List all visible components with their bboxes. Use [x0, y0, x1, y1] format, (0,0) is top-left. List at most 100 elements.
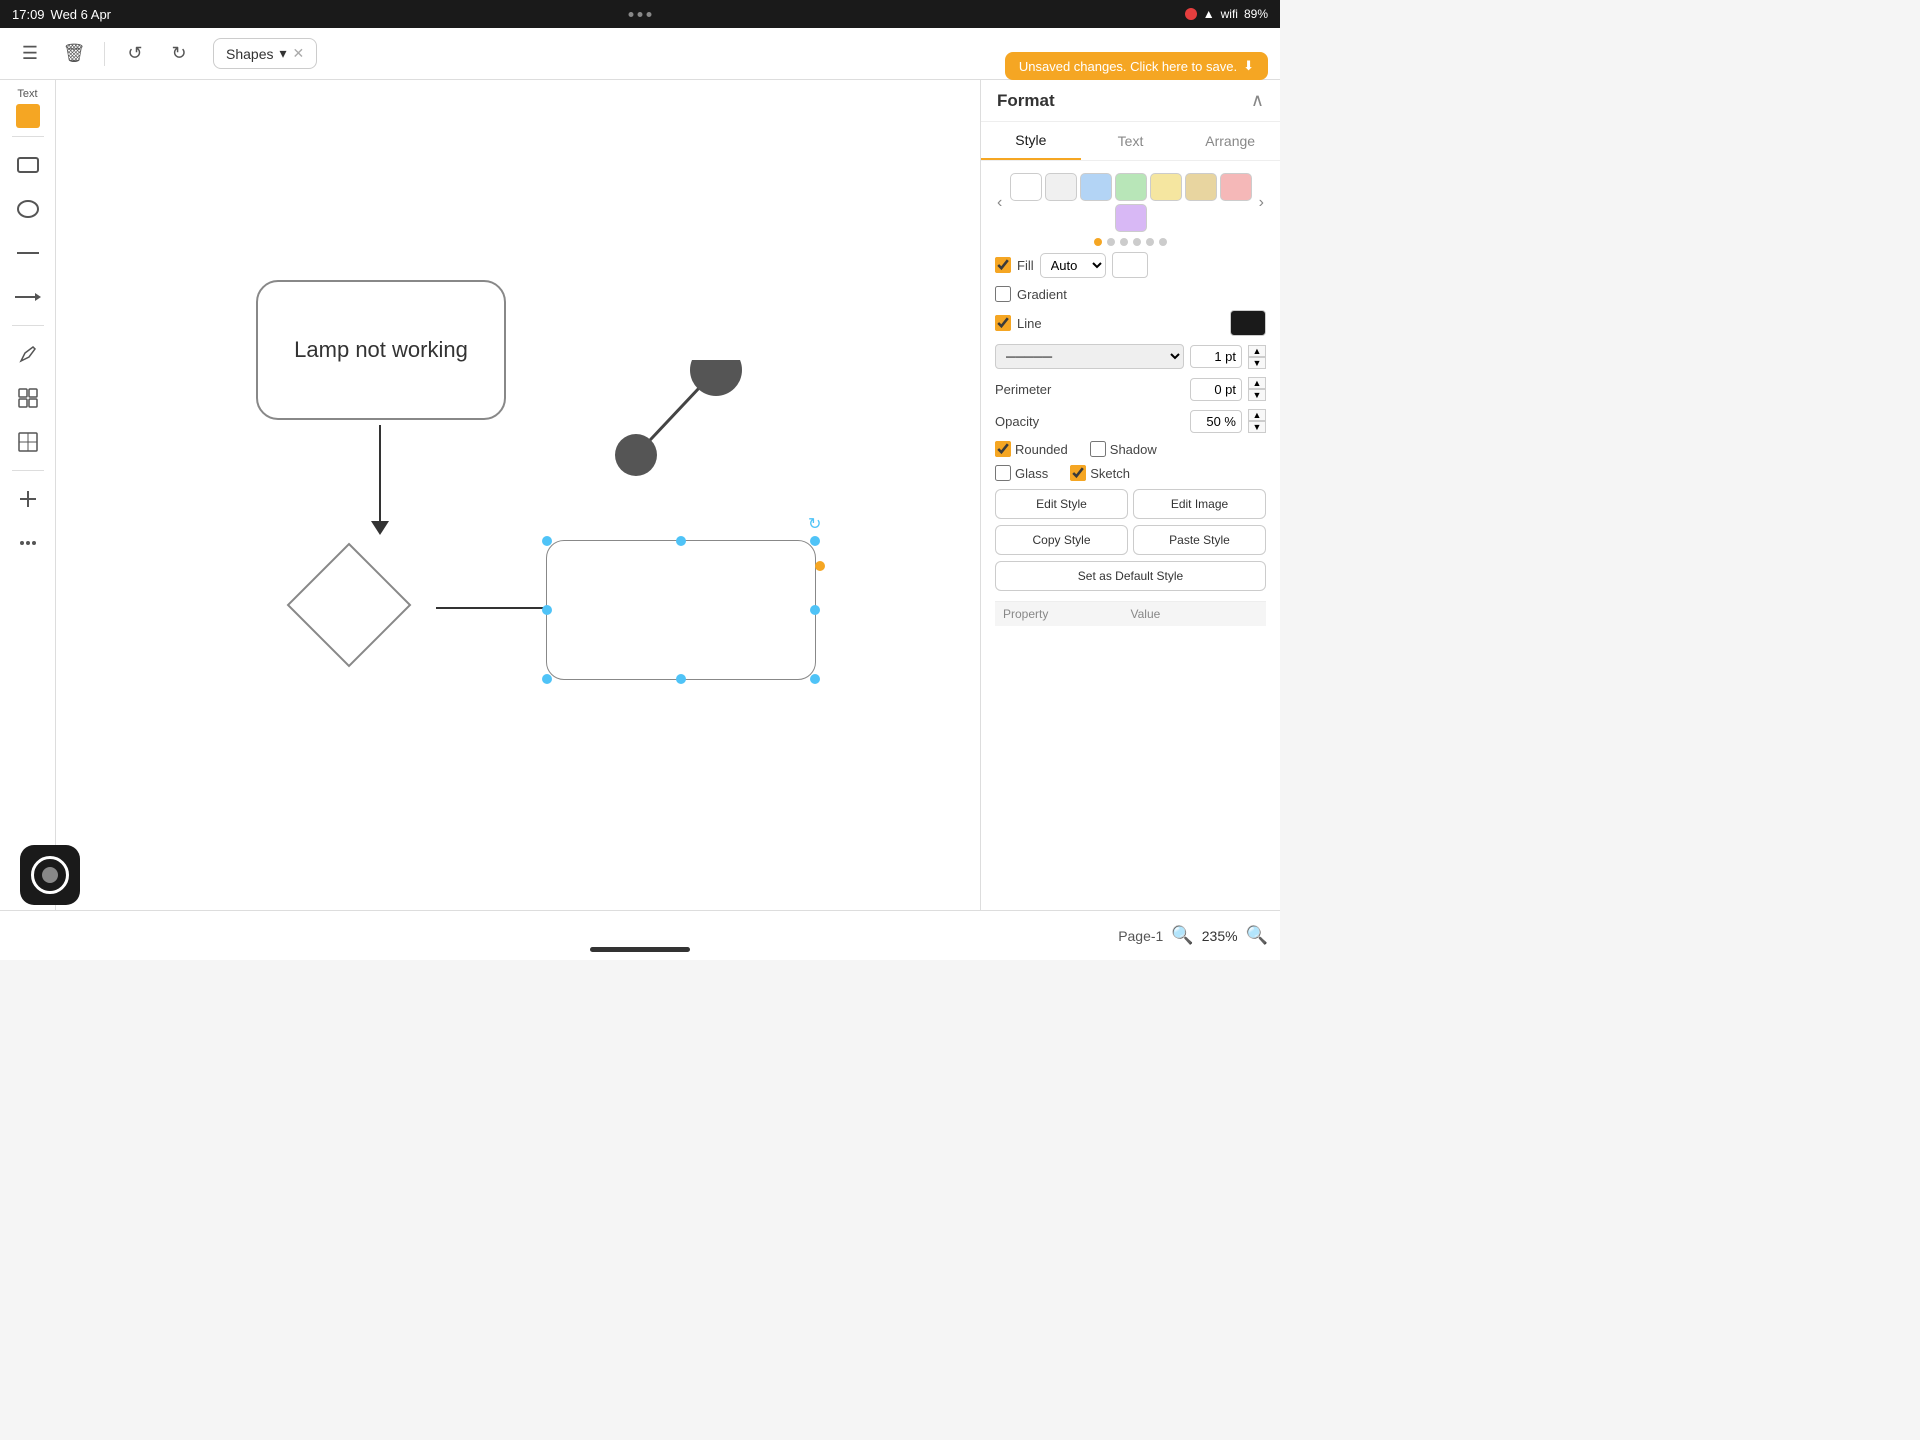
sketch-group: Sketch — [1070, 465, 1130, 481]
shadow-checkbox[interactable] — [1090, 441, 1106, 457]
handle-ml[interactable] — [542, 605, 552, 615]
swatch-yellow[interactable] — [1150, 173, 1182, 201]
toolbar-sep-1 — [104, 42, 105, 66]
perimeter-input[interactable] — [1190, 378, 1242, 401]
rectangle-tool[interactable] — [8, 145, 48, 185]
unsaved-changes-button[interactable]: Unsaved changes. Click here to save. ⬇ — [1005, 52, 1268, 80]
swatch-next-button[interactable]: › — [1257, 192, 1266, 214]
delete-icon: 🗑 — [63, 43, 86, 64]
perimeter-up[interactable]: ▲ — [1248, 377, 1266, 389]
line-weight-up[interactable]: ▲ — [1248, 345, 1266, 357]
line-tool[interactable] — [8, 233, 48, 273]
rotate-handle[interactable]: ↻ — [808, 514, 822, 528]
rounded-checkbox[interactable] — [995, 441, 1011, 457]
swatch-lavender[interactable] — [1115, 204, 1147, 232]
fill-color-swatch[interactable] — [1112, 252, 1148, 278]
camera-lens — [42, 867, 58, 883]
line-label: Line — [1017, 316, 1042, 331]
more-tool[interactable] — [8, 523, 48, 563]
line-color-swatch[interactable] — [1230, 310, 1266, 336]
arrow-tool[interactable] — [8, 277, 48, 317]
fill-select[interactable]: Auto None Color — [1040, 253, 1106, 278]
shapes-grid-tool[interactable] — [8, 378, 48, 418]
connector-group — [596, 360, 776, 495]
tab-style[interactable]: Style — [981, 122, 1081, 160]
glass-checkbox[interactable] — [995, 465, 1011, 481]
pen-tool[interactable] — [8, 334, 48, 374]
line-weight-input[interactable] — [1190, 345, 1242, 368]
perimeter-down[interactable]: ▼ — [1248, 389, 1266, 401]
tab-text[interactable]: Text — [1081, 122, 1181, 160]
swatch-prev-button[interactable]: ‹ — [995, 192, 1004, 214]
edit-style-button[interactable]: Edit Style — [995, 489, 1128, 519]
camera-button[interactable] — [20, 845, 80, 905]
shadow-group: Shadow — [1090, 441, 1157, 457]
zoom-in-button[interactable]: 🔍 — [1246, 925, 1268, 946]
table-tool[interactable] — [8, 422, 48, 462]
paste-style-button[interactable]: Paste Style — [1133, 525, 1266, 555]
zoom-out-button[interactable]: 🔍 — [1171, 925, 1193, 946]
swatch-tan[interactable] — [1185, 173, 1217, 201]
set-default-style-button[interactable]: Set as Default Style — [995, 561, 1266, 591]
dot-2 — [1107, 238, 1115, 246]
left-sidebar: Text — [0, 80, 56, 910]
redo-icon: ↻ — [171, 43, 186, 64]
swatch-light-green[interactable] — [1115, 173, 1147, 201]
gradient-checkbox[interactable] — [995, 286, 1011, 302]
sidebar-sep-1 — [12, 136, 44, 137]
color-swatch-tool[interactable] — [16, 104, 40, 128]
shapes-button[interactable]: Shapes ▾ ✕ — [213, 38, 317, 69]
add-tool[interactable] — [8, 479, 48, 519]
tab-arrange[interactable]: Arrange — [1180, 122, 1280, 160]
perimeter-label: Perimeter — [995, 382, 1051, 397]
unsaved-label: Unsaved changes. Click here to save. — [1019, 59, 1237, 74]
swatch-pink[interactable] — [1220, 173, 1252, 201]
menu-button[interactable]: ☰ — [12, 36, 48, 72]
handle-bc[interactable] — [676, 674, 686, 684]
edit-image-button[interactable]: Edit Image — [1133, 489, 1266, 519]
ellipse-tool[interactable] — [8, 189, 48, 229]
arrow-down-1[interactable] — [379, 425, 381, 525]
undo-button[interactable]: ↺ — [117, 36, 153, 72]
line-weight-down[interactable]: ▼ — [1248, 357, 1266, 369]
line-weight-stepper: ▲ ▼ — [1248, 345, 1266, 369]
zoom-in-icon: 🔍 — [1246, 925, 1268, 945]
swatch-light-blue[interactable] — [1080, 173, 1112, 201]
sidebar-sep-3 — [12, 470, 44, 471]
menu-icon: ☰ — [22, 43, 38, 64]
opacity-up[interactable]: ▲ — [1248, 409, 1266, 421]
pen-icon — [17, 343, 39, 365]
diamond-shape[interactable] — [284, 540, 414, 670]
opacity-input[interactable] — [1190, 410, 1242, 433]
redo-button[interactable]: ↻ — [161, 36, 197, 72]
handle-mr[interactable] — [810, 605, 820, 615]
value-col-header: Value — [1131, 607, 1259, 621]
record-indicator — [1185, 8, 1197, 20]
panel-collapse-button[interactable]: ∧ — [1251, 90, 1264, 111]
corner-radius-handle[interactable] — [815, 561, 825, 571]
connector-svg — [596, 360, 776, 490]
handle-tl[interactable] — [542, 536, 552, 546]
line-checkbox[interactable] — [995, 315, 1011, 331]
undo-icon: ↺ — [127, 43, 142, 64]
fill-checkbox[interactable] — [995, 257, 1011, 273]
copy-style-button[interactable]: Copy Style — [995, 525, 1128, 555]
sketch-checkbox[interactable] — [1070, 465, 1086, 481]
handle-bl[interactable] — [542, 674, 552, 684]
handle-tr[interactable] — [810, 536, 820, 546]
handle-tc[interactable] — [676, 536, 686, 546]
canvas[interactable]: Lamp not working ↻ — [56, 80, 980, 910]
swatch-light-gray[interactable] — [1045, 173, 1077, 201]
dot-4 — [1133, 238, 1141, 246]
handle-br[interactable] — [810, 674, 820, 684]
lamp-not-working-shape[interactable]: Lamp not working — [256, 280, 506, 420]
panel-header: Format ∧ — [981, 80, 1280, 122]
delete-button[interactable]: 🗑 — [56, 36, 92, 72]
bottom-bar: Page-1 🔍 235% 🔍 — [0, 910, 1280, 960]
swatch-white[interactable] — [1010, 173, 1042, 201]
line-row: Line — [995, 310, 1266, 336]
line-style-select[interactable]: ───── - - - - · · · · — [995, 344, 1184, 369]
shapes-close-icon: ✕ — [293, 45, 305, 62]
opacity-down[interactable]: ▼ — [1248, 421, 1266, 433]
selected-shape[interactable]: ↻ — [546, 540, 816, 680]
